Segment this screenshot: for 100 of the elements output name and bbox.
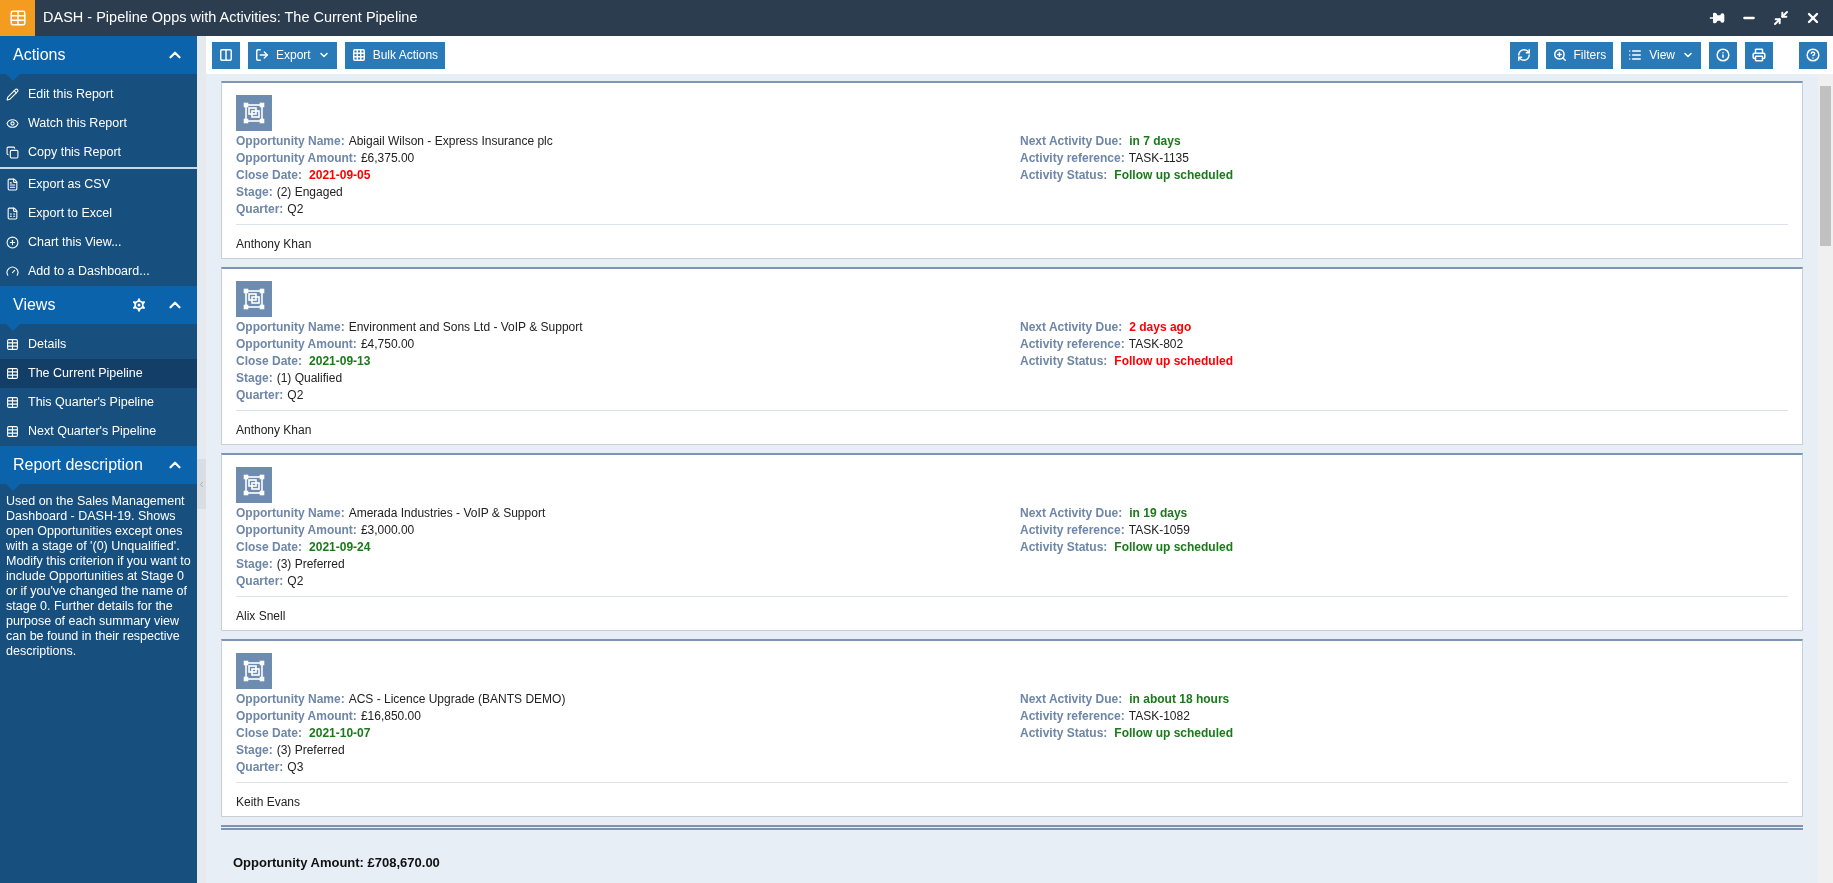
help-button[interactable]: [1799, 41, 1827, 69]
print-icon: [1752, 48, 1766, 62]
sidebar-item[interactable]: Next Quarter's Pipeline: [0, 417, 197, 446]
list-icon: [1628, 48, 1643, 62]
section-title: Actions: [13, 45, 67, 65]
sidebar-item[interactable]: Edit this Report: [0, 80, 197, 109]
sidebar-item[interactable]: Export as CSV: [0, 170, 197, 199]
field-value: (1) Qualified: [276, 369, 343, 387]
owner-name: Keith Evans: [236, 795, 301, 809]
field-label: Next Activity Due:: [1020, 690, 1123, 708]
field-value: ACS - Licence Upgrade (BANTS DEMO): [348, 690, 566, 708]
toolbar-button[interactable]: Bulk Actions: [344, 41, 446, 69]
window-title: DASH - Pipeline Opps with Activities: The Current Pipeline: [43, 8, 419, 28]
export-icon: [255, 48, 269, 62]
field-value: 2021-09-05: [309, 166, 371, 184]
section-header[interactable]: Report description: [0, 446, 197, 484]
copy-icon: [6, 146, 19, 159]
section-header[interactable]: Actions: [0, 36, 197, 74]
field-value: in 7 days: [1129, 132, 1181, 150]
panel-icon: [219, 48, 233, 62]
total-amount: Opportunity Amount: £708,670.00: [233, 855, 440, 870]
owner-name: Anthony Khan: [236, 423, 312, 437]
sidebar-item[interactable]: Export to Excel: [0, 199, 197, 228]
owner-name: Anthony Khan: [236, 237, 312, 251]
field-label: Stage:: [236, 183, 273, 201]
field-value: Follow up scheduled: [1114, 538, 1234, 556]
field-label: Activity Status:: [1020, 538, 1108, 556]
field-label: Opportunity Name:: [236, 132, 345, 150]
info-button[interactable]: [1709, 41, 1737, 69]
field-label: Activity reference:: [1020, 335, 1125, 353]
field-value: Follow up scheduled: [1114, 724, 1234, 742]
field-label: Opportunity Name:: [236, 504, 345, 522]
eye-icon: [6, 117, 19, 130]
field-value: Follow up scheduled: [1114, 352, 1234, 370]
sidebar-item[interactable]: Details: [0, 330, 197, 359]
zoom-in-icon: [1552, 48, 1567, 62]
field-value: TASK-802: [1128, 335, 1184, 353]
field-value: (2) Engaged: [276, 183, 343, 201]
field-value: Q2: [287, 200, 304, 218]
field-label: Opportunity Amount:: [236, 335, 357, 353]
restore-icon[interactable]: [1773, 10, 1789, 26]
field-value: 2021-09-24: [309, 538, 371, 556]
table-icon: [6, 367, 19, 380]
toolbar-button[interactable]: View: [1621, 41, 1701, 69]
field-label: Activity Status:: [1020, 724, 1108, 742]
table-icon: [6, 425, 19, 438]
info-icon: [1716, 48, 1730, 62]
field-value: 2 days ago: [1129, 318, 1192, 336]
field-label: Quarter:: [236, 200, 284, 218]
field-value: Abigail Wilson - Express Insurance plc: [348, 132, 553, 150]
close-icon[interactable]: [1805, 10, 1821, 26]
sidebar-item[interactable]: Add to a Dashboard...: [0, 257, 197, 286]
refresh-button[interactable]: [1509, 41, 1538, 69]
pointer-arrow: [6, 324, 20, 331]
field-label: Stage:: [236, 555, 273, 573]
field-value: TASK-1059: [1128, 521, 1190, 539]
sidebar-item[interactable]: Chart this View...: [0, 228, 197, 257]
pointer-arrow: [6, 74, 20, 81]
field-label: Next Activity Due:: [1020, 132, 1123, 150]
field-value: (3) Preferred: [276, 741, 345, 759]
refresh-icon: [1516, 48, 1531, 62]
field-label: Close Date:: [236, 538, 303, 556]
section-title: Views: [13, 295, 57, 315]
pin-icon[interactable]: [1709, 10, 1725, 26]
sidebar-item[interactable]: Copy this Report: [0, 138, 197, 167]
settings-icon[interactable]: [130, 296, 148, 314]
field-label: Opportunity Amount:: [236, 707, 357, 725]
field-value: 2021-09-13: [309, 352, 371, 370]
document-icon: [6, 178, 19, 191]
table-icon: [6, 396, 19, 409]
spreadsheet-icon: [6, 207, 19, 220]
field-label: Quarter:: [236, 386, 284, 404]
field-label: Opportunity Amount:: [236, 521, 357, 539]
record-icon: [236, 95, 272, 131]
sidebar-item[interactable]: Watch this Report: [0, 109, 197, 138]
field-label: Next Activity Due:: [1020, 318, 1123, 336]
scrollbar[interactable]: [1818, 74, 1833, 883]
field-label: Activity reference:: [1020, 149, 1125, 167]
field-label: Close Date:: [236, 166, 303, 184]
field-value: £6,375.00: [360, 149, 415, 167]
table-icon: [6, 338, 19, 351]
print-button[interactable]: [1745, 41, 1773, 69]
toolbar-button[interactable]: Export: [248, 41, 337, 69]
panel-button[interactable]: [212, 41, 240, 69]
field-value: Amerada Industries - VoIP & Support: [348, 504, 546, 522]
help-icon: [1806, 48, 1820, 62]
sidebar-item[interactable]: The Current Pipeline: [0, 359, 197, 388]
record-icon: [236, 653, 272, 689]
field-value: 2021-10-07: [309, 724, 371, 742]
toolbar-button[interactable]: Filters: [1545, 41, 1614, 69]
field-value: Q3: [287, 758, 304, 776]
field-label: Opportunity Name:: [236, 690, 345, 708]
section-header[interactable]: Views: [0, 286, 197, 324]
field-value: £3,000.00: [360, 521, 415, 539]
sidebar-item[interactable]: This Quarter's Pipeline: [0, 388, 197, 417]
field-value: Environment and Sons Ltd - VoIP & Support: [348, 318, 583, 336]
collapse-handle[interactable]: [197, 459, 206, 509]
field-label: Activity Status:: [1020, 166, 1108, 184]
field-label: Quarter:: [236, 758, 284, 776]
field-value: (3) Preferred: [276, 555, 345, 573]
